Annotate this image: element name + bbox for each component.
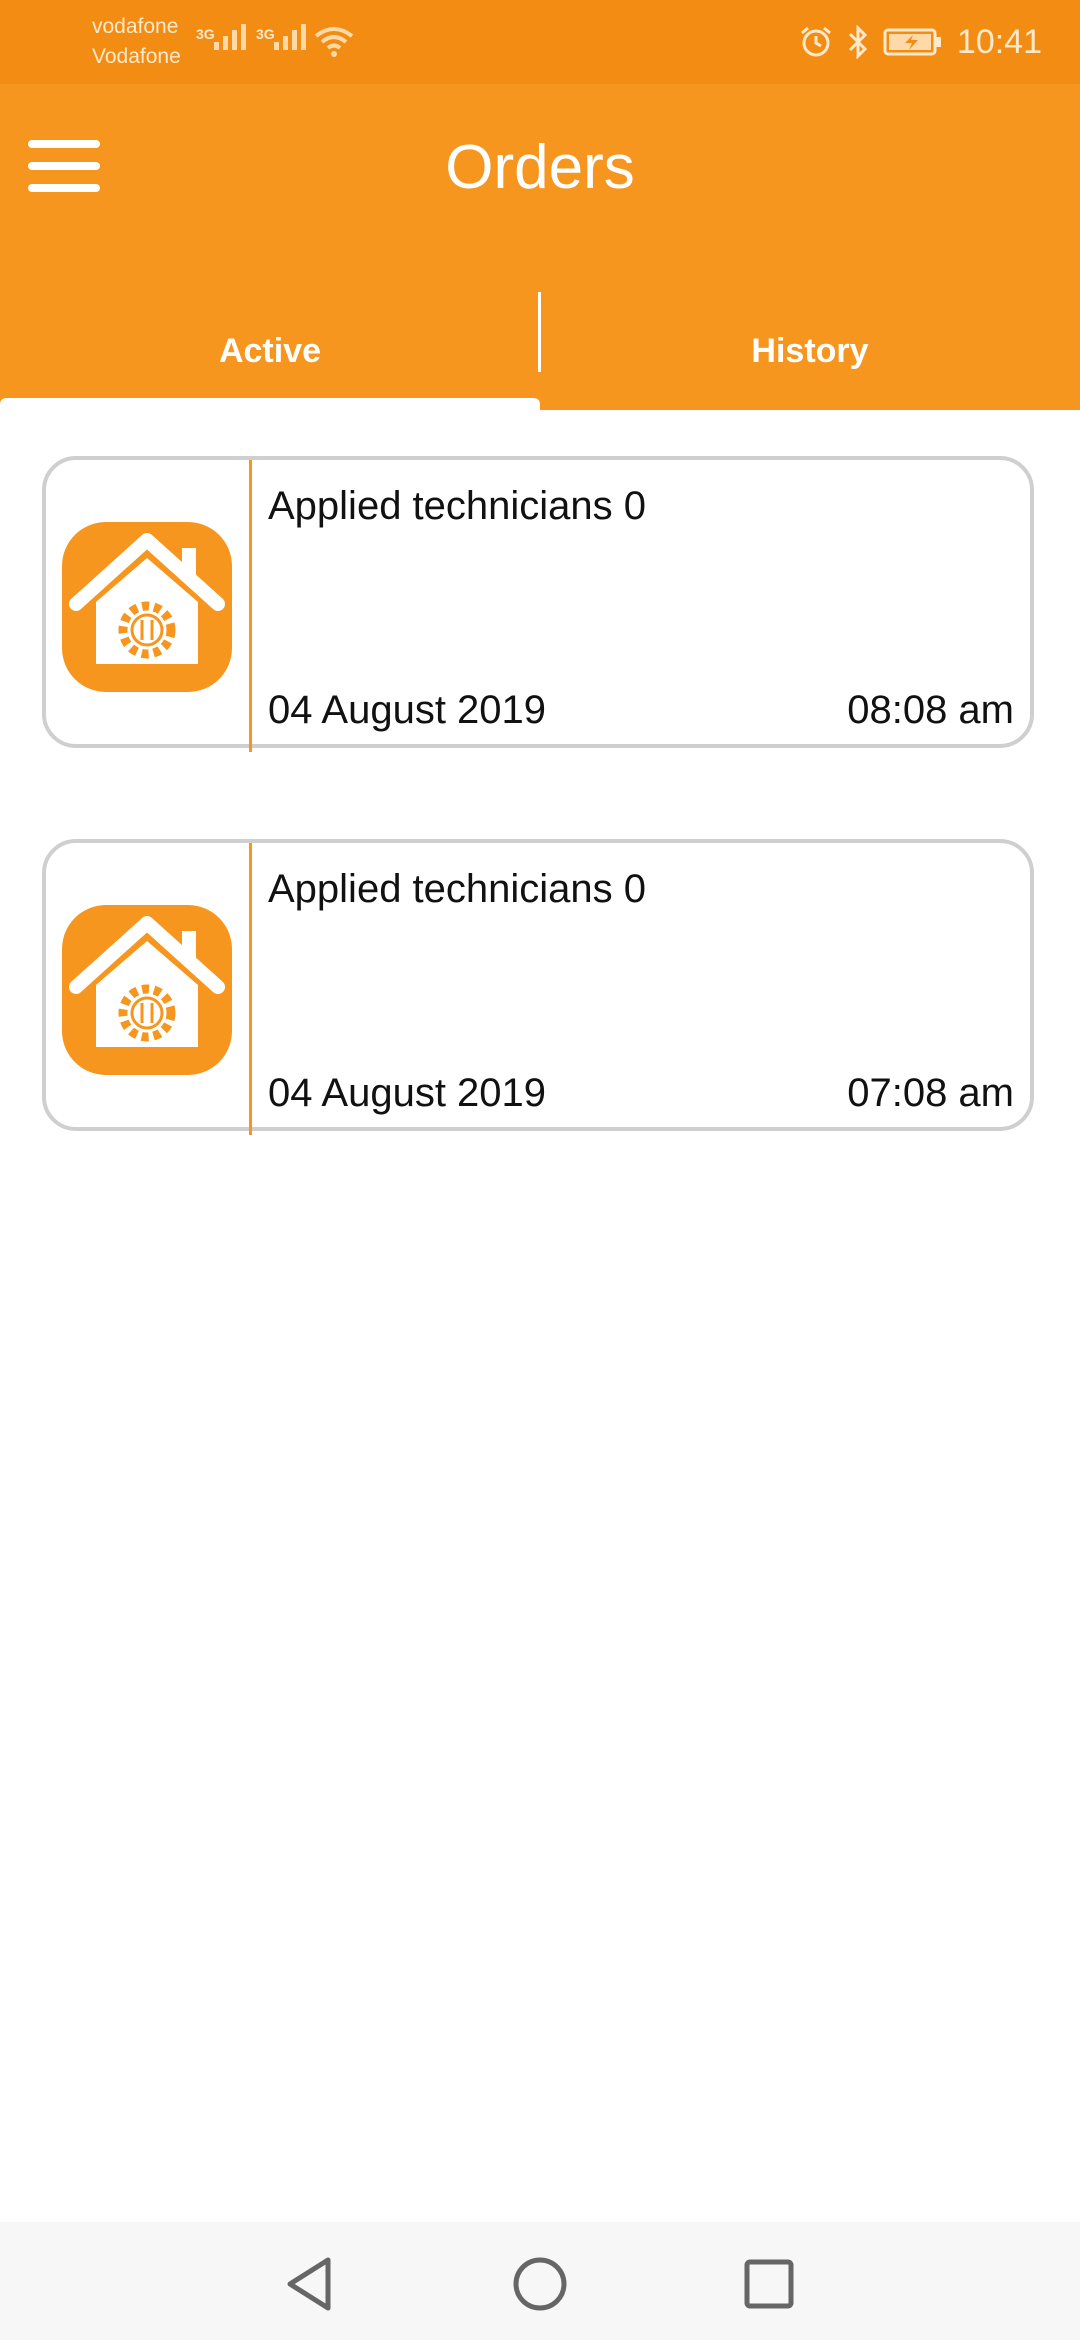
page-title: Orders <box>445 133 635 202</box>
clock: 10:41 <box>956 22 1042 61</box>
signal-icon <box>274 24 306 50</box>
alarm-icon <box>800 26 831 57</box>
order-title: Applied technicians 0 <box>268 484 647 528</box>
order-card[interactable]: Applied technicians 0 04 August 2019 07:… <box>42 839 1034 1135</box>
battery-charging-icon <box>883 28 941 56</box>
network-type-1: 3G <box>196 26 215 42</box>
tab-divider <box>538 292 541 372</box>
house-gear-icon <box>62 905 232 1075</box>
order-time: 07:08 am <box>847 1071 1014 1115</box>
bluetooth-icon <box>848 25 868 59</box>
network-type-2: 3G <box>256 26 275 42</box>
status-bar: vodafone Vodafone 3G 3G 10:41 <box>0 0 1080 84</box>
order-title: Applied technicians 0 <box>268 867 647 911</box>
tab-selected-indicator <box>0 398 540 410</box>
back-icon[interactable] <box>270 2244 350 2324</box>
wifi-icon <box>314 27 354 57</box>
system-nav-bar <box>0 2222 1080 2340</box>
carrier-info: vodafone Vodafone <box>92 12 181 72</box>
home-icon[interactable] <box>500 2244 580 2324</box>
recents-icon[interactable] <box>729 2244 809 2324</box>
order-date: 04 August 2019 <box>268 688 547 732</box>
signal-icon <box>214 24 246 50</box>
status-right-group: 10:41 <box>799 18 1042 66</box>
carrier-name-1: vodafone <box>92 15 179 38</box>
order-card[interactable]: Applied technicians 0 04 August 2019 08:… <box>42 456 1034 752</box>
card-divider <box>249 843 252 1135</box>
carrier-name-2: Vodafone <box>92 45 181 68</box>
tab-history[interactable]: History <box>540 292 1080 410</box>
order-time: 08:08 am <box>847 688 1014 732</box>
tab-active[interactable]: Active <box>0 292 540 410</box>
order-date: 04 August 2019 <box>268 1071 547 1115</box>
house-gear-icon <box>62 522 232 692</box>
card-divider <box>249 460 252 752</box>
